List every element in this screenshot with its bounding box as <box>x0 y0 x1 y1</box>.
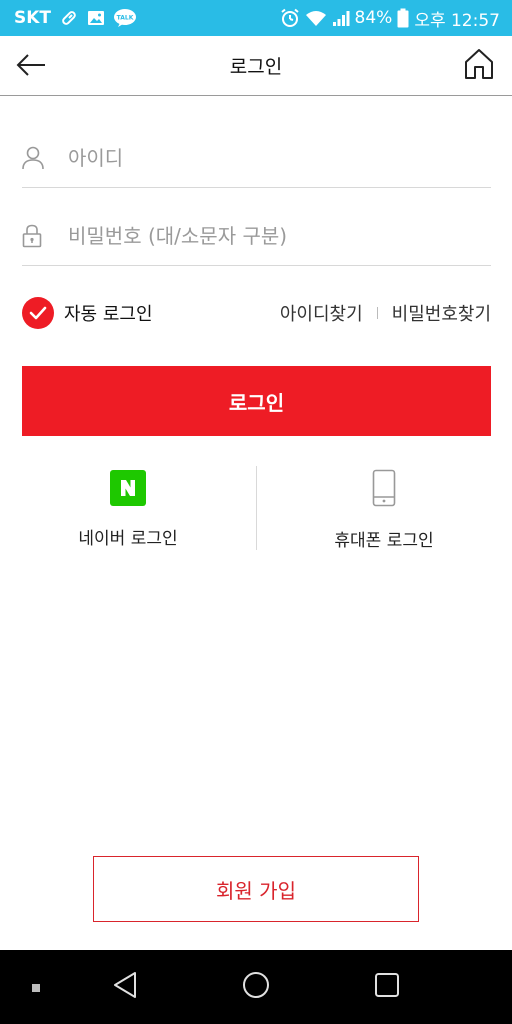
square-dot-icon <box>31 978 41 997</box>
image-icon <box>87 9 105 27</box>
carrier-label: SKT <box>14 8 52 28</box>
nav-home-button[interactable] <box>231 950 281 1024</box>
nav-recents-button[interactable] <box>362 950 412 1024</box>
svg-text:TALK: TALK <box>117 15 134 22</box>
nav-menu-button[interactable] <box>18 950 54 1024</box>
status-left: SKT TALK <box>14 8 137 28</box>
page-title: 로그인 <box>229 56 283 78</box>
naver-login-label: 네이버 로그인 <box>78 529 178 549</box>
alarm-icon <box>280 8 300 28</box>
user-icon <box>22 146 56 170</box>
status-bar: SKT TALK 84% 오후 12:57 <box>0 0 512 36</box>
signup-button[interactable]: 회원 가입 <box>93 856 419 922</box>
find-id-link[interactable]: 아이디찾기 <box>280 300 363 326</box>
find-links: 아이디찾기 비밀번호찾기 <box>280 300 491 326</box>
phone-login-label: 휴대폰 로그인 <box>334 531 434 551</box>
system-nav-bar <box>0 950 512 1024</box>
check-circle-icon[interactable] <box>22 297 54 329</box>
id-input[interactable] <box>68 145 488 170</box>
wifi-icon <box>305 9 327 27</box>
auto-login-label: 자동 로그인 <box>64 304 153 325</box>
social-login-section: 네이버 로그인 휴대폰 로그인 <box>0 466 512 552</box>
arrow-left-icon <box>16 54 46 80</box>
battery-percent: 84% <box>354 8 393 28</box>
find-password-link[interactable]: 비밀번호찾기 <box>392 300 491 326</box>
signal-icon <box>332 9 350 27</box>
phone-login-button[interactable]: 휴대폰 로그인 <box>256 466 512 552</box>
naver-login-button[interactable]: 네이버 로그인 <box>0 466 256 552</box>
login-button[interactable]: 로그인 <box>22 366 491 436</box>
auto-login-toggle[interactable]: 자동 로그인 <box>22 297 153 329</box>
kakaotalk-icon: TALK <box>113 8 137 28</box>
square-recents-icon <box>374 972 400 1002</box>
app-header: 로그인 <box>0 36 512 96</box>
pill-icon <box>59 8 79 28</box>
lock-icon <box>22 224 56 248</box>
home-icon <box>464 48 494 84</box>
triangle-back-icon <box>112 971 138 1003</box>
id-field-row <box>22 128 491 188</box>
link-separator <box>376 307 378 319</box>
naver-logo-icon <box>110 470 146 506</box>
smartphone-icon <box>372 468 396 508</box>
battery-icon <box>397 8 409 28</box>
login-options-row: 자동 로그인 아이디찾기 비밀번호찾기 <box>22 296 491 330</box>
nav-back-button[interactable] <box>100 950 150 1024</box>
circle-home-icon <box>242 971 270 1003</box>
status-time: 오후 12:57 <box>414 10 500 31</box>
password-input[interactable] <box>68 223 488 248</box>
home-button[interactable] <box>462 48 496 84</box>
password-field-row <box>22 206 491 266</box>
status-right: 84% 오후 12:57 <box>280 6 500 31</box>
back-button[interactable] <box>14 50 48 84</box>
